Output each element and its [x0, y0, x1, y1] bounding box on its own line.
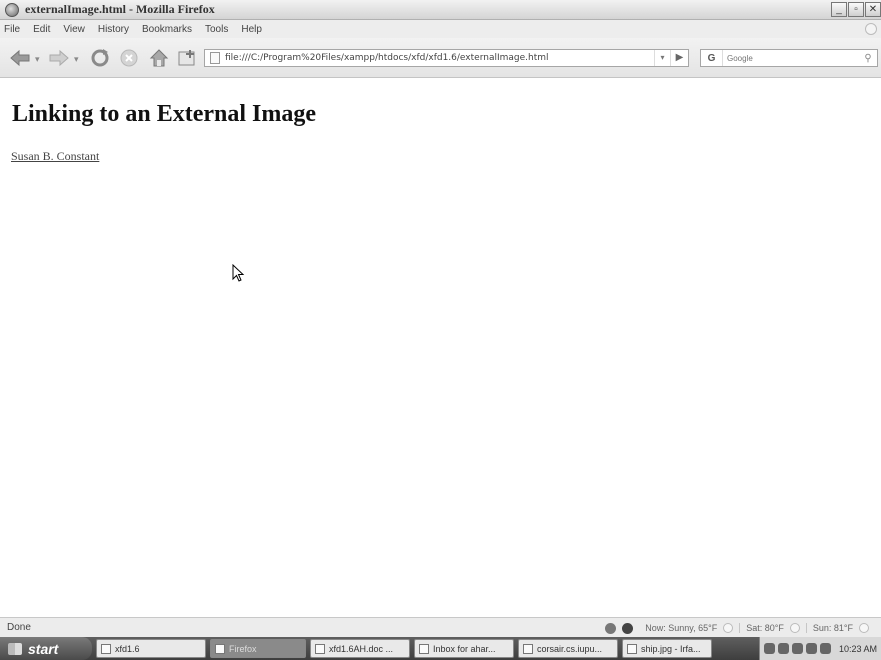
- go-button[interactable]: ▶: [670, 50, 688, 66]
- status-addon-icon[interactable]: [605, 622, 617, 634]
- task-firefox[interactable]: Firefox: [210, 639, 306, 658]
- image-link[interactable]: Susan B. Constant: [11, 149, 99, 164]
- new-tab-icon: [178, 50, 195, 66]
- weather-sun-text: Sun: 81°F: [812, 623, 853, 633]
- task-label: xfd1.6: [115, 643, 140, 654]
- url-bar: ▾ ▶: [204, 49, 689, 67]
- search-input[interactable]: [727, 53, 859, 63]
- weather-sunday[interactable]: Sun: 81°F: [805, 623, 875, 633]
- window-title-bar: externalImage.html - Mozilla Firefox _ ▫…: [0, 0, 881, 20]
- sun-icon: [789, 623, 800, 633]
- window-title: externalImage.html - Mozilla Firefox: [25, 2, 215, 16]
- home-button[interactable]: [147, 47, 171, 69]
- back-arrow-icon: [10, 49, 30, 67]
- menu-edit[interactable]: Edit: [33, 24, 50, 35]
- weather-saturday[interactable]: Sat: 80°F: [739, 623, 806, 633]
- menu-help[interactable]: Help: [241, 24, 262, 35]
- reload-button[interactable]: [88, 47, 112, 69]
- close-button[interactable]: ✕: [865, 2, 881, 17]
- search-bar: G ⚲: [700, 49, 878, 67]
- forward-arrow-icon: [49, 49, 69, 67]
- stop-icon: [120, 49, 138, 67]
- forward-button[interactable]: [47, 47, 71, 69]
- page-heading: Linking to an External Image: [12, 101, 317, 127]
- menu-view[interactable]: View: [63, 24, 85, 35]
- weather-now-text: Now: Sunny, 65°F: [645, 623, 718, 633]
- start-label: start: [28, 640, 59, 657]
- search-engine-selector[interactable]: G: [701, 50, 723, 66]
- task-label: ship.jpg - Irfa...: [641, 643, 701, 654]
- task-folder-xfd[interactable]: xfd1.6: [96, 639, 206, 658]
- weather-now[interactable]: Now: Sunny, 65°F: [639, 623, 739, 633]
- task-label: Firefox: [229, 643, 257, 654]
- task-corsair[interactable]: corsair.cs.iupu...: [518, 639, 618, 658]
- task-label: corsair.cs.iupu...: [537, 643, 603, 654]
- back-history-dropdown-icon[interactable]: ▾: [35, 55, 43, 64]
- tray-icon-network[interactable]: [763, 643, 775, 654]
- minimize-button[interactable]: _: [831, 2, 847, 17]
- task-label: Inbox for ahar...: [433, 643, 496, 654]
- start-button[interactable]: start: [0, 637, 92, 660]
- tray-icon-wireless[interactable]: [805, 643, 817, 654]
- menu-bookmarks[interactable]: Bookmarks: [142, 24, 192, 35]
- mouse-pointer-icon: [232, 264, 245, 282]
- page-content: Linking to an External Image Susan B. Co…: [0, 79, 881, 616]
- tray-icon-security[interactable]: [777, 643, 789, 654]
- windows-logo-icon: [8, 642, 22, 655]
- menu-bar: File Edit View History Bookmarks Tools H…: [0, 20, 881, 38]
- weather-icon[interactable]: [622, 622, 634, 634]
- back-button[interactable]: [8, 47, 32, 69]
- menu-file[interactable]: File: [4, 24, 20, 35]
- menu-tools[interactable]: Tools: [205, 24, 228, 35]
- task-label: xfd1.6AH.doc ...: [329, 643, 394, 654]
- sun-icon: [723, 623, 734, 633]
- page-icon: [210, 52, 220, 64]
- url-history-dropdown-icon[interactable]: ▾: [654, 50, 670, 66]
- tray-icon-volume[interactable]: [819, 643, 831, 654]
- weather-sat-text: Sat: 80°F: [746, 623, 784, 633]
- image-viewer-icon: [627, 643, 637, 654]
- search-icon[interactable]: ⚲: [859, 53, 877, 64]
- word-document-icon: [315, 643, 325, 654]
- terminal-icon: [523, 643, 533, 654]
- forward-history-dropdown-icon[interactable]: ▾: [74, 55, 82, 64]
- task-word-document[interactable]: xfd1.6AH.doc ...: [310, 639, 410, 658]
- maximize-button[interactable]: ▫: [848, 2, 864, 17]
- activity-throbber-icon: [865, 23, 877, 35]
- tray-icon-update[interactable]: [791, 643, 803, 654]
- task-inbox[interactable]: Inbox for ahar...: [414, 639, 514, 658]
- navigation-toolbar: ▾ ▾ ▾ ▶ G ⚲: [0, 38, 881, 78]
- status-bar: Done Now: Sunny, 65°F Sat: 80°F Sun: 81°…: [0, 617, 881, 637]
- clock[interactable]: 10:23 AM: [839, 644, 877, 654]
- url-input[interactable]: [225, 50, 654, 66]
- task-irfanview[interactable]: ship.jpg - Irfa...: [622, 639, 712, 658]
- folder-icon: [101, 643, 111, 654]
- firefox-icon: [5, 2, 19, 17]
- menu-history[interactable]: History: [98, 24, 129, 35]
- stop-button[interactable]: [118, 47, 140, 69]
- mail-icon: [419, 643, 429, 654]
- system-tray: 10:23 AM: [759, 637, 881, 660]
- new-tab-button[interactable]: [176, 47, 198, 69]
- home-icon: [149, 49, 169, 67]
- reload-icon: [91, 49, 109, 67]
- cloud-sun-icon: [859, 623, 869, 633]
- windows-taskbar: start xfd1.6 Firefox xfd1.6AH.doc ... In…: [0, 637, 881, 660]
- status-widgets: Now: Sunny, 65°F Sat: 80°F Sun: 81°F: [605, 621, 875, 635]
- status-text: Done: [7, 622, 31, 633]
- firefox-icon: [215, 643, 225, 654]
